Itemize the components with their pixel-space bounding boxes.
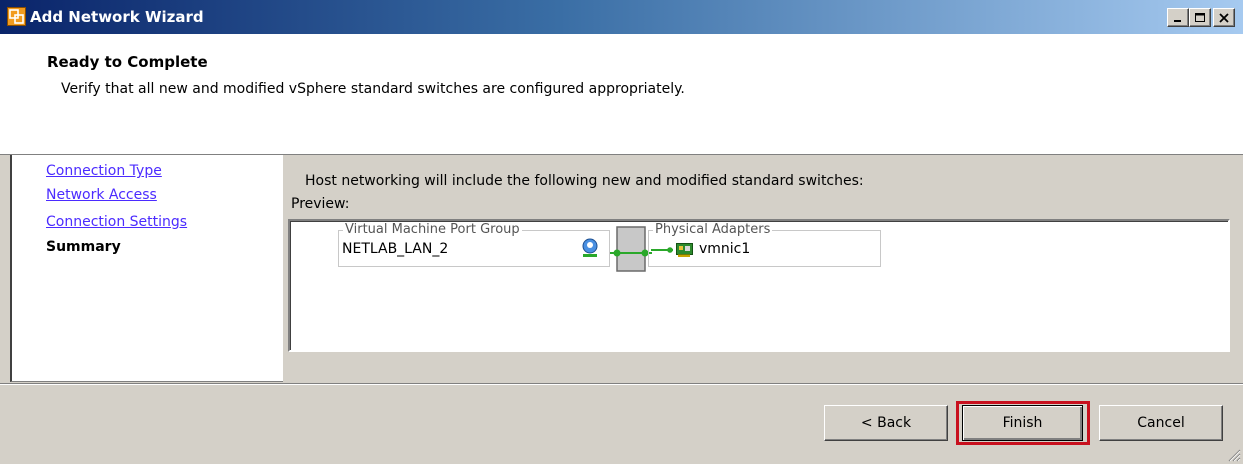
minimize-icon (1174, 19, 1181, 22)
wizard-window: Add Network Wizard Ready to Complete Ver… (0, 0, 1243, 464)
wizard-content: Host networking will include the followi… (285, 155, 1243, 382)
adapter-name: vmnic1 (699, 241, 751, 257)
physical-adapters-legend: Physical Adapters (653, 222, 773, 238)
port-group-legend: Virtual Machine Port Group (343, 222, 522, 238)
summary-intro: Host networking will include the followi… (305, 173, 864, 189)
close-button[interactable] (1213, 8, 1235, 27)
title-bar[interactable]: Add Network Wizard (0, 0, 1243, 34)
vm-network-icon (582, 238, 598, 257)
wizard-steps: Connection Type Network Access Connectio… (10, 155, 283, 382)
step-network-access[interactable]: Network Access (46, 186, 157, 204)
wizard-header: Ready to Complete Verify that all new an… (0, 34, 1243, 155)
back-button[interactable]: < Back (824, 405, 948, 441)
port-group-box: Virtual Machine Port Group NETLAB_LAN_2 (338, 222, 610, 267)
vswitch-icon (610, 226, 652, 272)
page-subtitle: Verify that all new and modified vSphere… (61, 81, 685, 97)
finish-highlight: Finish (956, 401, 1090, 445)
step-connection-settings[interactable]: Connection Settings (46, 213, 187, 231)
physical-adapters-box: Physical Adapters vmnic1 (648, 222, 881, 267)
minimize-button[interactable] (1167, 8, 1189, 27)
maximize-button[interactable] (1189, 8, 1211, 27)
close-icon (1219, 12, 1229, 23)
vsphere-app-icon (7, 7, 26, 26)
adapter-link-line (651, 247, 673, 253)
port-group-name: NETLAB_LAN_2 (342, 241, 449, 257)
wizard-footer: < Back Finish Cancel (0, 383, 1243, 464)
cancel-button[interactable]: Cancel (1099, 405, 1223, 441)
preview-label: Preview: (291, 196, 350, 212)
page-title: Ready to Complete (47, 53, 208, 71)
maximize-icon (1195, 12, 1205, 22)
finish-button[interactable]: Finish (962, 405, 1083, 441)
step-summary: Summary (46, 239, 121, 255)
window-title: Add Network Wizard (30, 8, 204, 26)
step-connection-type[interactable]: Connection Type (46, 162, 162, 180)
nic-icon (676, 243, 693, 257)
network-preview: Virtual Machine Port Group NETLAB_LAN_2 … (288, 219, 1230, 352)
resize-grip-icon[interactable] (1227, 448, 1241, 462)
